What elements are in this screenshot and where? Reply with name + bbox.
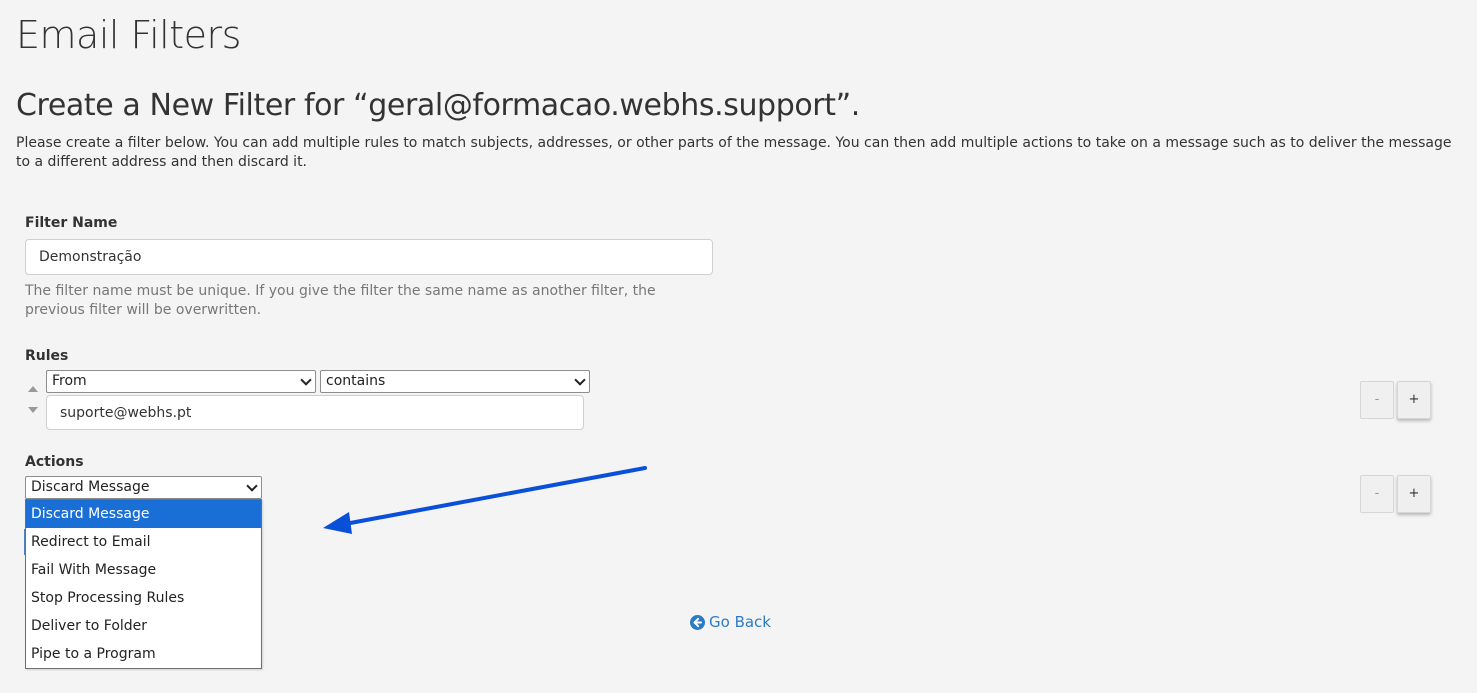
move-rule-up-icon[interactable] [28,386,38,392]
rule-value-input[interactable] [46,395,584,430]
action-option-deliver-to-folder[interactable]: Deliver to Folder [26,612,261,640]
section-title: Create a New Filter for “geral@formacao.… [16,88,860,123]
action-select[interactable]: Discard Message [25,476,262,499]
rule-match-select[interactable]: contains [320,370,590,393]
remove-rule-button[interactable]: - [1360,381,1394,419]
chevron-down-icon [246,480,258,492]
rule-match-select-value: contains [326,373,386,389]
action-option-fail-with-message[interactable]: Fail With Message [26,556,261,584]
rule-field-select[interactable]: From [46,370,316,393]
intro-text: Please create a filter below. You can ad… [16,135,1452,170]
action-option-redirect-to-email[interactable]: Redirect to Email [26,528,261,556]
add-action-button[interactable]: + [1397,475,1431,513]
chevron-down-icon [300,374,312,386]
action-option-stop-processing-rules[interactable]: Stop Processing Rules [26,584,261,612]
go-back-label: Go Back [709,613,771,631]
filter-name-label: Filter Name [25,215,118,231]
arrow-circle-left-icon [690,614,705,630]
move-rule-down-icon[interactable] [28,407,38,413]
action-dropdown-list[interactable]: Discard Message Redirect to Email Fail W… [25,499,262,669]
page-title: Email Filters [16,13,241,57]
filter-name-help: The filter name must be unique. If you g… [25,283,656,318]
action-select-value: Discard Message [31,479,150,495]
action-option-discard-message[interactable]: Discard Message [26,500,261,528]
chevron-down-icon [574,374,586,386]
go-back-link[interactable]: Go Back [690,612,771,632]
rules-label: Rules [25,348,69,364]
add-rule-button[interactable]: + [1397,381,1431,419]
rule-field-select-value: From [52,373,87,389]
remove-action-button[interactable]: - [1360,475,1394,513]
action-option-pipe-to-a-program[interactable]: Pipe to a Program [26,640,261,668]
filter-name-input[interactable] [25,239,713,275]
actions-label: Actions [25,454,84,470]
